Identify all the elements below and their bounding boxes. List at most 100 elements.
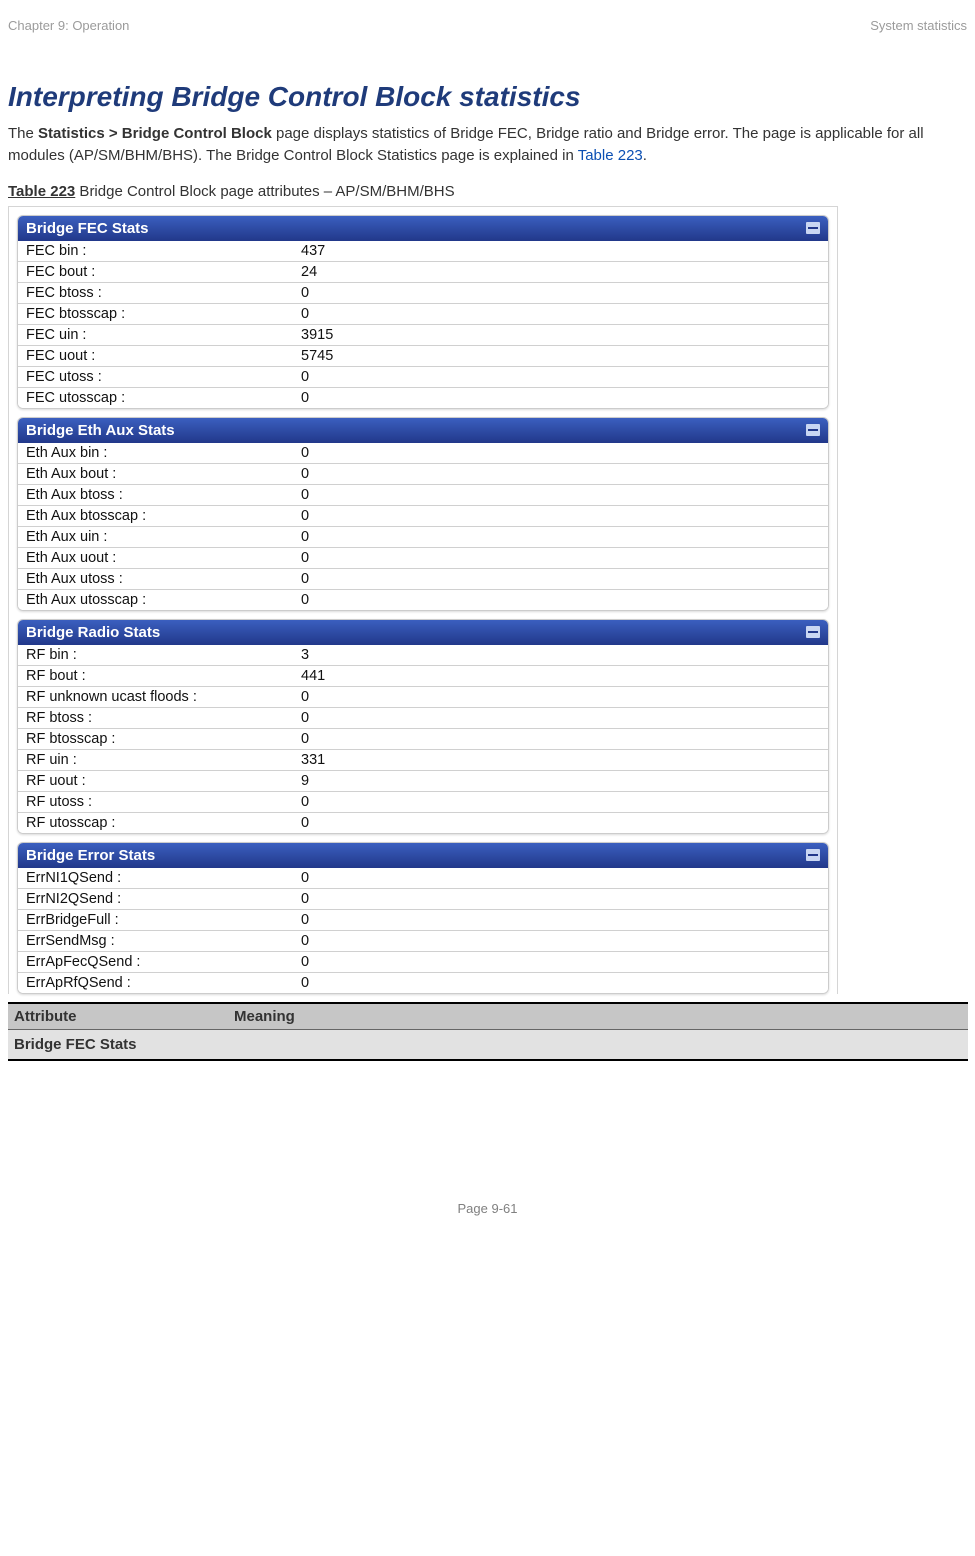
stat-value: 0 (293, 590, 828, 610)
caption-rest: Bridge Control Block page attributes – A… (75, 183, 454, 200)
table-section-row: Bridge FEC Stats (8, 1029, 968, 1060)
panel-header[interactable]: Bridge Radio Stats (18, 620, 828, 645)
stat-value: 0 (293, 485, 828, 505)
stat-value: 5745 (293, 346, 828, 366)
stat-label: FEC uout : (18, 346, 293, 366)
panel-title: Bridge Eth Aux Stats (26, 422, 175, 439)
page-number: Page 9-61 (8, 1201, 967, 1216)
stat-value: 0 (293, 973, 828, 993)
stat-value: 0 (293, 729, 828, 749)
stat-label: Eth Aux utoss : (18, 569, 293, 589)
stat-label: RF btosscap : (18, 729, 293, 749)
section-bridge-fec-stats: Bridge FEC Stats (8, 1029, 968, 1060)
stat-value: 0 (293, 464, 828, 484)
stat-value: 0 (293, 910, 828, 930)
stat-label: RF uout : (18, 771, 293, 791)
col-attribute: Attribute (8, 1003, 228, 1030)
page-title: Interpreting Bridge Control Block statis… (8, 81, 967, 113)
stat-label: Eth Aux uout : (18, 548, 293, 568)
stat-label: RF bout : (18, 666, 293, 686)
stat-value: 24 (293, 262, 828, 282)
stat-label: RF btoss : (18, 708, 293, 728)
stat-value: 0 (293, 443, 828, 463)
stat-row: Eth Aux utosscap :0 (18, 590, 828, 610)
stat-row: ErrApRfQSend :0 (18, 973, 828, 993)
panel-title: Bridge FEC Stats (26, 220, 149, 237)
stat-label: ErrNI2QSend : (18, 889, 293, 909)
stat-label: ErrNI1QSend : (18, 868, 293, 888)
panel-bridge-radio-stats: Bridge Radio Stats RF bin :3 RF bout :44… (17, 619, 829, 834)
stat-row: FEC utoss :0 (18, 367, 828, 388)
stat-value: 0 (293, 868, 828, 888)
table-ref-link[interactable]: Table 223 (578, 147, 643, 164)
collapse-icon[interactable] (806, 424, 820, 436)
stat-value: 9 (293, 771, 828, 791)
stat-value: 0 (293, 931, 828, 951)
stat-label: ErrBridgeFull : (18, 910, 293, 930)
stat-label: ErrSendMsg : (18, 931, 293, 951)
stat-row: ErrNI2QSend :0 (18, 889, 828, 910)
stat-row: FEC bout :24 (18, 262, 828, 283)
stat-row: ErrNI1QSend :0 (18, 868, 828, 889)
stat-row: RF uin :331 (18, 750, 828, 771)
stat-value: 0 (293, 367, 828, 387)
collapse-icon[interactable] (806, 626, 820, 638)
stat-label: RF unknown ucast floods : (18, 687, 293, 707)
panel-header[interactable]: Bridge FEC Stats (18, 216, 828, 241)
table-caption: Table 223 Bridge Control Block page attr… (8, 183, 967, 200)
panel-bridge-eth-aux-stats: Bridge Eth Aux Stats Eth Aux bin :0 Eth … (17, 417, 829, 611)
intro-paragraph: The Statistics > Bridge Control Block pa… (8, 123, 967, 167)
stat-label: ErrApFecQSend : (18, 952, 293, 972)
panel-body: RF bin :3 RF bout :441 RF unknown ucast … (18, 645, 828, 833)
page-header: Chapter 9: Operation System statistics (8, 18, 967, 33)
panel-body: Eth Aux bin :0 Eth Aux bout :0 Eth Aux b… (18, 443, 828, 610)
stat-value: 3915 (293, 325, 828, 345)
stat-label: Eth Aux bout : (18, 464, 293, 484)
table-header-row: Attribute Meaning (8, 1003, 968, 1030)
stat-label: FEC utosscap : (18, 388, 293, 408)
stat-row: Eth Aux bout :0 (18, 464, 828, 485)
stat-row: FEC btoss :0 (18, 283, 828, 304)
stat-label: ErrApRfQSend : (18, 973, 293, 993)
collapse-icon[interactable] (806, 222, 820, 234)
stat-label: Eth Aux utosscap : (18, 590, 293, 610)
stat-row: ErrApFecQSend :0 (18, 952, 828, 973)
stat-label: RF utosscap : (18, 813, 293, 833)
stat-row: FEC btosscap :0 (18, 304, 828, 325)
stat-value: 0 (293, 304, 828, 324)
stat-row: ErrSendMsg :0 (18, 931, 828, 952)
panel-header[interactable]: Bridge Eth Aux Stats (18, 418, 828, 443)
stat-row: RF unknown ucast floods :0 (18, 687, 828, 708)
stat-value: 0 (293, 527, 828, 547)
panel-header[interactable]: Bridge Error Stats (18, 843, 828, 868)
stat-row: RF utosscap :0 (18, 813, 828, 833)
stat-value: 0 (293, 687, 828, 707)
stat-label: Eth Aux btoss : (18, 485, 293, 505)
stat-label: FEC utoss : (18, 367, 293, 387)
stat-value: 441 (293, 666, 828, 686)
stat-row: RF uout :9 (18, 771, 828, 792)
stat-value: 0 (293, 569, 828, 589)
stat-value: 0 (293, 792, 828, 812)
stat-row: FEC utosscap :0 (18, 388, 828, 408)
stat-label: Eth Aux btosscap : (18, 506, 293, 526)
stat-row: FEC bin :437 (18, 241, 828, 262)
stats-area: Bridge FEC Stats FEC bin :437 FEC bout :… (8, 206, 838, 994)
collapse-icon[interactable] (806, 849, 820, 861)
stat-value: 0 (293, 548, 828, 568)
stat-label: FEC bin : (18, 241, 293, 261)
section-label: System statistics (870, 18, 967, 33)
stat-value: 0 (293, 889, 828, 909)
stat-row: FEC uout :5745 (18, 346, 828, 367)
stat-label: FEC btoss : (18, 283, 293, 303)
col-meaning: Meaning (228, 1003, 968, 1030)
intro-strong: Statistics > Bridge Control Block (38, 125, 272, 142)
stat-row: Eth Aux bin :0 (18, 443, 828, 464)
attribute-table: Attribute Meaning Bridge FEC Stats (8, 1002, 968, 1061)
panel-body: ErrNI1QSend :0 ErrNI2QSend :0 ErrBridgeF… (18, 868, 828, 993)
stat-value: 0 (293, 283, 828, 303)
stat-label: FEC uin : (18, 325, 293, 345)
stat-value: 437 (293, 241, 828, 261)
stat-label: RF bin : (18, 645, 293, 665)
stat-row: RF bout :441 (18, 666, 828, 687)
